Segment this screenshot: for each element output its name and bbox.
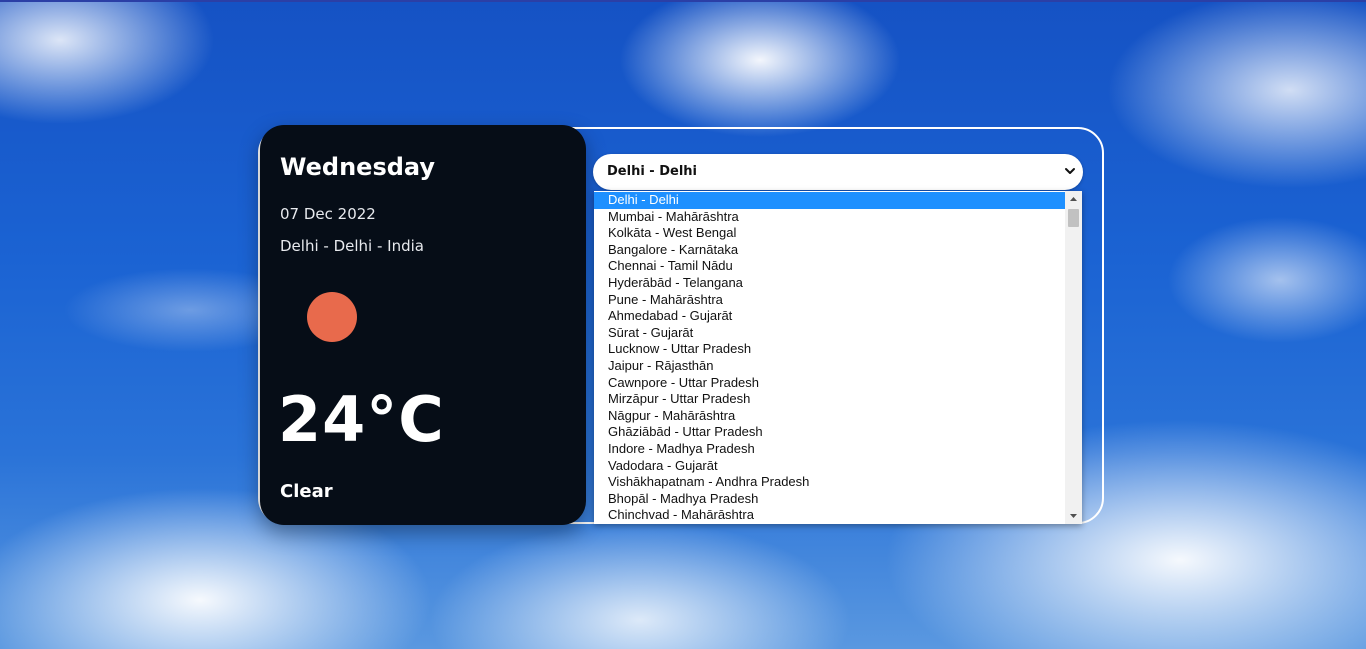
city-option[interactable]: Ahmedabad - Gujarāt (594, 308, 1065, 325)
city-option[interactable]: Jaipur - Rājasthān (594, 358, 1065, 375)
weather-card: Wednesday 07 Dec 2022 Delhi - Delhi - In… (260, 125, 586, 525)
city-option[interactable]: Mirzāpur - Uttar Pradesh (594, 391, 1065, 408)
city-option[interactable]: Lucknow - Uttar Pradesh (594, 341, 1065, 358)
city-option[interactable]: Bhopāl - Madhya Pradesh (594, 491, 1065, 508)
weather-condition: Clear (280, 481, 333, 502)
city-option[interactable]: Sūrat - Gujarāt (594, 325, 1065, 342)
scroll-down-arrow-icon[interactable] (1065, 508, 1082, 524)
date-label: 07 Dec 2022 (280, 205, 376, 223)
scroll-thumb[interactable] (1068, 209, 1079, 227)
city-option[interactable]: Chinchvad - Mahārāshtra (594, 507, 1065, 524)
scroll-up-arrow-icon[interactable] (1065, 191, 1082, 207)
chevron-down-icon (1065, 168, 1075, 174)
city-option[interactable]: Vishākhapatnam - Andhra Pradesh (594, 474, 1065, 491)
city-option[interactable]: Cawnpore - Uttar Pradesh (594, 375, 1065, 392)
city-select-value: Delhi - Delhi (607, 164, 697, 179)
city-option[interactable]: Nāgpur - Mahārāshtra (594, 408, 1065, 425)
sun-icon (307, 292, 357, 342)
city-option[interactable]: Hyderābād - Telangana (594, 275, 1065, 292)
temperature-value: 24°C (278, 383, 445, 456)
city-select[interactable]: Delhi - Delhi (593, 154, 1083, 190)
city-option[interactable]: Delhi - Delhi (594, 192, 1065, 209)
location-label: Delhi - Delhi - India (280, 237, 424, 255)
city-option[interactable]: Kolkāta - West Bengal (594, 225, 1065, 242)
city-option[interactable]: Ghāziābād - Uttar Pradesh (594, 424, 1065, 441)
city-option[interactable]: Chennai - Tamil Nādu (594, 258, 1065, 275)
city-option[interactable]: Mumbai - Mahārāshtra (594, 209, 1065, 226)
top-border (0, 0, 1366, 2)
city-option[interactable]: Vadodara - Gujarāt (594, 458, 1065, 475)
city-option[interactable]: Bangalore - Karnātaka (594, 242, 1065, 259)
scrollbar[interactable] (1065, 191, 1082, 524)
weekday-label: Wednesday (280, 153, 436, 181)
city-options-list[interactable]: Delhi - Delhi Mumbai - Mahārāshtra Kolkāta… (594, 191, 1082, 524)
city-option[interactable]: Pune - Mahārāshtra (594, 292, 1065, 309)
options-container: Delhi - Delhi Mumbai - Mahārāshtra Kolkāta… (594, 192, 1065, 524)
city-option[interactable]: Indore - Madhya Pradesh (594, 441, 1065, 458)
